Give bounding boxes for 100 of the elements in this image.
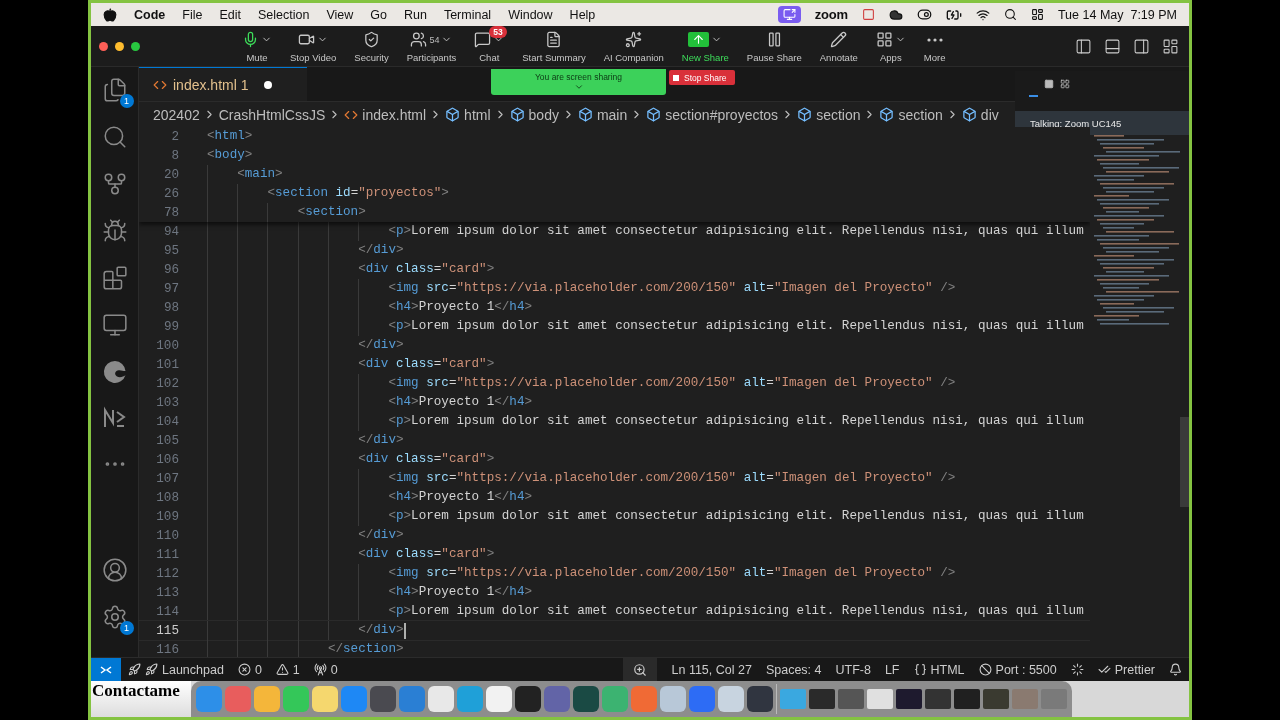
editor-tab[interactable]: index.html 1 — [139, 67, 307, 101]
breadcrumb-item[interactable]: main — [577, 106, 628, 123]
control-center-icon[interactable] — [1030, 8, 1044, 21]
breadcrumb-item[interactable]: section#proyectos — [646, 106, 779, 123]
breadcrumb-item[interactable]: section — [797, 106, 861, 123]
notebook-logo-icon[interactable] — [101, 406, 128, 430]
toolbar-button[interactable]: 54 Participants — [397, 29, 466, 63]
screen-share-indicator[interactable] — [777, 6, 801, 23]
app-icon[interactable] — [370, 686, 396, 712]
zoom-button[interactable] — [622, 658, 657, 681]
menu-item[interactable]: Terminal — [443, 7, 492, 22]
breadcrumb-item[interactable]: html — [445, 106, 491, 123]
status-item[interactable]: Spaces: 4 — [758, 662, 829, 677]
menu-clock[interactable]: Tue 14 May 7:19 PM — [1057, 7, 1177, 22]
window-thumbnail[interactable] — [954, 689, 980, 709]
status-item[interactable]: LF — [877, 662, 907, 677]
breadcrumb-item[interactable]: 202402 — [153, 106, 200, 123]
window-thumbnail[interactable] — [896, 689, 922, 709]
toolbar-button[interactable]: Mute — [233, 29, 281, 63]
secondary-sidebar-icon[interactable] — [1133, 37, 1150, 55]
toolbar-button[interactable]: Pause Share — [737, 29, 811, 63]
breadcrumb-item[interactable]: section — [879, 106, 943, 123]
menu-item[interactable]: Edit — [219, 7, 241, 22]
status-label: Launchpad — [162, 662, 224, 677]
menu-item[interactable]: View — [326, 7, 354, 22]
window-thumbnail[interactable] — [780, 689, 806, 709]
app-icon[interactable] — [573, 686, 599, 712]
speaker-view-icon[interactable] — [1044, 79, 1054, 89]
browser-logo-icon[interactable] — [101, 359, 128, 385]
menu-item[interactable]: Run — [403, 7, 427, 22]
breadcrumb-item[interactable]: div — [961, 106, 999, 123]
ports-status[interactable]: 0 — [306, 662, 345, 677]
breadcrumb-item[interactable]: body — [509, 106, 559, 123]
window-thumbnail[interactable] — [925, 689, 951, 709]
stop-share-button[interactable]: Stop Share — [669, 70, 735, 85]
monitor-icon[interactable] — [101, 312, 128, 338]
scrollbar-thumb[interactable] — [1180, 417, 1189, 507]
extensions-icon[interactable] — [101, 265, 128, 291]
toolbar-button[interactable]: New Share — [672, 29, 738, 63]
status-item[interactable]: Ln 115, Col 27 — [664, 662, 759, 677]
toggle-icon[interactable] — [916, 7, 932, 22]
sidebar-toggle-icon[interactable] — [1075, 37, 1092, 55]
wifi-icon[interactable] — [975, 7, 990, 22]
account-icon[interactable] — [101, 557, 128, 583]
zoom-window-control[interactable] — [131, 41, 140, 51]
chevron-icon[interactable] — [573, 82, 584, 92]
code-line: <html> — [207, 128, 253, 145]
toolbar-button[interactable]: Security — [345, 29, 398, 63]
app-status-label[interactable]: zoom — [814, 7, 848, 22]
remote-button[interactable] — [91, 658, 121, 681]
window-thumbnail[interactable] — [983, 689, 1009, 709]
app-icon[interactable] — [515, 686, 541, 712]
menu-item[interactable]: Go — [370, 7, 387, 22]
launchpad-status[interactable]: Launchpad — [121, 662, 231, 677]
breadcrumb-item[interactable]: index.html — [344, 106, 427, 123]
app-status-icon[interactable] — [861, 8, 875, 21]
search-icon[interactable] — [1003, 8, 1017, 21]
menu-item[interactable]: Code — [134, 7, 166, 22]
panel-toggle-icon[interactable] — [1104, 37, 1121, 55]
toolbar-button[interactable]: Apps — [866, 29, 915, 63]
window-thumbnail[interactable] — [867, 689, 893, 709]
toolbar-button[interactable]: Annotate — [810, 29, 867, 63]
app-icon[interactable] — [312, 686, 338, 712]
toolbar-button[interactable]: Start Summary — [513, 29, 595, 63]
menu-item[interactable]: Selection — [257, 7, 310, 22]
app-icon[interactable] — [486, 686, 512, 712]
toolbar-button[interactable]: More — [914, 29, 955, 63]
bell-icon[interactable] — [1169, 663, 1182, 676]
language-status[interactable]: HTML — [906, 662, 972, 677]
cube-icon — [577, 107, 593, 122]
app-icon[interactable] — [747, 686, 773, 712]
window-thumbnail[interactable] — [1012, 689, 1038, 709]
menu-item[interactable]: Window — [508, 7, 553, 22]
close-window-control[interactable] — [99, 41, 108, 51]
toolbar-button[interactable]: Stop Video — [281, 29, 346, 63]
toolbar-button[interactable]: AI Companion — [594, 29, 673, 63]
line-number: 115 — [155, 623, 180, 638]
menu-item[interactable]: File — [182, 7, 203, 22]
apple-logo-icon[interactable] — [103, 7, 117, 22]
menu-item[interactable]: Help — [569, 7, 596, 22]
bug-icon[interactable] — [101, 218, 128, 244]
files-icon[interactable] — [101, 77, 128, 103]
status-item[interactable]: UTF-8 — [828, 662, 878, 677]
errors-status[interactable]: 0 — [230, 662, 269, 677]
live-server-status[interactable]: Port : 5500 — [971, 662, 1064, 677]
prettier-status[interactable]: Prettier — [1090, 662, 1162, 677]
double-check-icon — [1097, 663, 1111, 676]
app-icon[interactable] — [428, 686, 454, 712]
cube-icon — [509, 107, 525, 122]
breadcrumb-item[interactable]: CrashHtmlCssJS — [218, 106, 326, 123]
settings-icon[interactable] — [101, 604, 128, 630]
warnings-status[interactable]: 1 — [268, 662, 307, 677]
source-control-icon[interactable] — [101, 171, 128, 197]
sparkle-icon — [625, 31, 643, 48]
gallery-view-icon[interactable] — [1060, 79, 1070, 89]
minimize-window-control[interactable] — [115, 41, 124, 51]
cloud-icon[interactable] — [888, 7, 903, 22]
layout-icon[interactable] — [1162, 37, 1179, 55]
window-thumbnail[interactable] — [809, 689, 835, 709]
window-thumbnail[interactable] — [838, 689, 864, 709]
